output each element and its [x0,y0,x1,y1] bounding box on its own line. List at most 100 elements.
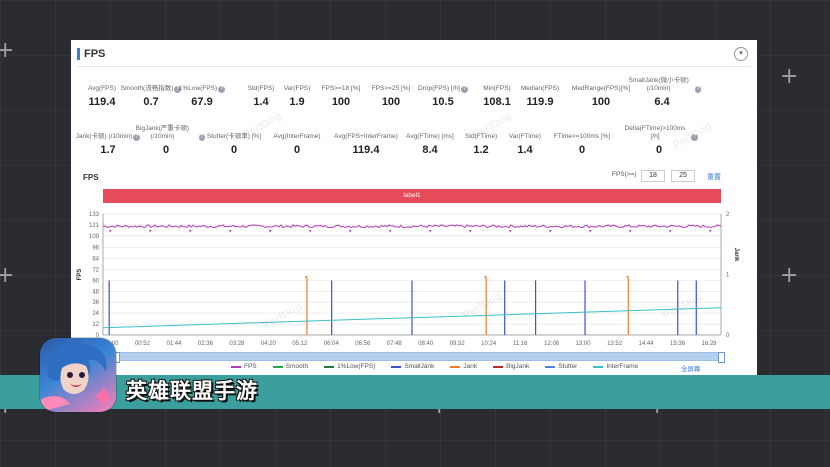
fps-marker: ▾ [669,228,672,234]
legend-item[interactable]: InterFrame [593,363,638,370]
legend-label: 1%Low(FPS) [337,363,376,370]
game-app-icon [40,338,116,412]
y-tick-label: 84 [92,257,99,263]
metric-label-text: BigJank(严重卡顿) (/10min) [135,125,190,140]
metric-cell: Avg(InterFrame) 0 [258,125,336,156]
fps-marker: ▾ [549,228,552,234]
y-tick-label: 36 [92,300,99,306]
metric-label-text: Avg(InterFrame) [273,133,321,140]
fps-marker: ▾ [389,228,392,234]
legend-item[interactable]: SmallJank [391,363,434,370]
fps-panel: FPS ▾ Avg(FPS) 119.4 Smooth(流畅指数)? 0.7 1%Low… [71,40,757,377]
legend-swatch [324,365,335,368]
legend-item[interactable]: 1%Low(FPS) [324,363,375,370]
x-tick-label: 09:32 [450,341,466,347]
fps-marker: ▾ [709,228,712,234]
metric-label-text: Jank(卡顿) (/10min) [75,133,133,140]
metric-value: 0 [293,144,301,156]
legend-swatch [450,365,461,368]
grid-plus-icon: + [0,38,15,63]
fps-marker: ▾ [629,228,632,234]
legend-item[interactable]: Stutter [545,363,577,370]
metric-label-text: FTime>=100ms [%] [553,133,611,140]
legend-item[interactable]: BigJank [493,363,529,370]
collapse-icon[interactable]: ▾ [734,47,748,61]
metric-label: BigJank(严重卡顿) (/10min)? [127,125,205,141]
grid-plus-icon: + [0,263,15,288]
legend-swatch [593,365,604,368]
metric-label-text: 1%Low(FPS) [178,85,218,92]
legend-swatch [272,365,283,368]
fps-threshold-input-1[interactable]: 18 [641,170,665,182]
y2-tick-label: 1 [726,273,730,279]
chart-section-title: FPS [83,173,99,182]
y-tick-label: 24 [92,311,99,317]
game-banner [0,375,830,409]
metric-label-text: MedRange(FPS)[%] [571,85,631,92]
x-tick-label: 12:08 [544,341,560,347]
fps-marker: ▾ [269,228,272,234]
x-tick-label: 13:00 [576,341,592,347]
y-tick-label: 96 [92,246,99,252]
y-tick-label: 12 [92,322,99,328]
y2-tick-label: 2 [726,212,730,218]
legend-label: FPS [244,363,257,370]
x-tick-label: 02:36 [198,341,214,347]
x-tick-label: 04:20 [261,341,277,347]
label-bar[interactable]: label1 [103,189,721,203]
x-tick-label: 11:16 [513,341,528,347]
legend-item[interactable]: FPS [231,363,257,370]
metric-value: 0 [578,144,586,156]
panel-title: FPS [77,48,105,60]
fps-marker: ▾ [149,228,152,234]
scrollbar-right-handle[interactable] [718,352,725,363]
reset-button[interactable]: 重置 [707,172,721,182]
y-tick-label: 48 [92,289,99,295]
x-tick-label: 15:36 [670,341,686,347]
x-tick-label: 10:24 [481,341,497,347]
y2-axis-label: Jank [733,248,739,262]
metric-label: SmallJank(微小卡顿) (/10min)? [623,77,701,93]
fps-marker: ▾ [189,228,192,234]
x-tick-label: 13:52 [607,341,623,347]
fps-marker: ▾ [229,228,232,234]
metric-cell: FTime>=100ms [%] 0 [543,125,621,156]
legend-item[interactable]: Smooth [272,363,309,370]
y-tick-label: 72 [92,267,99,273]
fps-marker: ▾ [109,228,112,234]
game-title: 英雄联盟手游 [126,379,258,403]
y-tick-label: 121 [89,223,100,229]
metric-label: FTime>=100ms [%] [543,125,621,141]
x-tick-label: 16:28 [701,341,717,347]
chart-legend: FPS Smooth 1%Low(FPS) SmallJank Jank BigJank S… [231,363,638,370]
fps-marker: ▾ [349,228,352,234]
legend-item[interactable]: Jank [450,363,477,370]
chart-scrollbar[interactable] [113,352,725,363]
fps-threshold-input-2[interactable]: 25 [671,170,695,182]
metric-label-text: Median(FPS) [520,85,560,92]
x-tick-label: 14:44 [639,341,655,347]
metric-value: 6.4 [654,96,670,108]
metric-label-text: Avg(FPS+InterFrame) [334,133,398,140]
fps-marker: ▾ [469,228,472,234]
legend-label: Jank [463,363,478,370]
fullscreen-button[interactable]: 全屏幕 [681,363,701,373]
y-tick-label: 60 [92,278,99,284]
fps-threshold-label: FPS(>=) [612,171,637,178]
x-tick-label: 05:12 [292,341,308,347]
fps-marker: ▾ [309,228,312,234]
legend-label: SmallJank [404,363,435,370]
x-tick-label: 01:44 [166,341,182,347]
y-tick-label: 109 [89,234,100,240]
x-tick-label: 03:28 [229,341,245,347]
grid-plus-icon: + [780,64,799,89]
scrollbar-thumb[interactable] [116,353,722,360]
legend-swatch [545,365,556,368]
metric-cell: SmallJank(微小卡顿) (/10min)? 6.4 [623,77,701,108]
fps-chart[interactable]: 01224364860728496109121133012FPSJank00:0… [71,208,757,353]
x-tick-label: 06:56 [355,341,371,347]
legend-label: BigJank [506,363,530,370]
help-icon[interactable]: ? [695,86,701,93]
fps-marker: ▾ [509,228,512,234]
legend-label: Smooth [285,363,309,370]
